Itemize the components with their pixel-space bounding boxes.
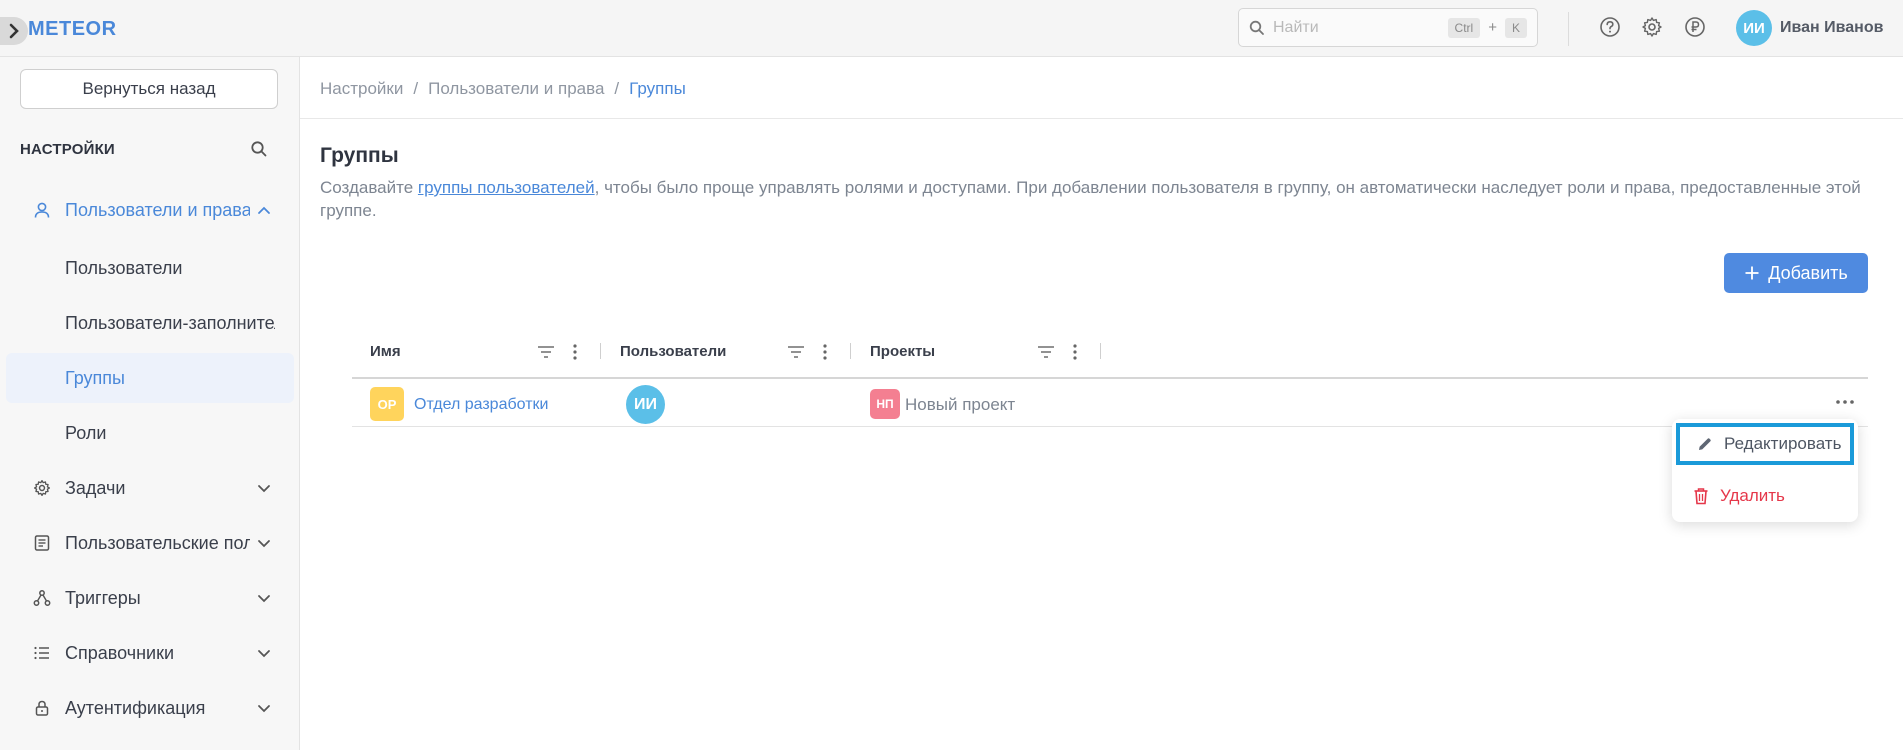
group-name-link[interactable]: Отдел разработки <box>414 396 548 414</box>
sidebar-title: НАСТРОЙКИ <box>20 141 115 158</box>
breadcrumb-item-settings[interactable]: Настройки <box>320 79 403 99</box>
avatar[interactable]: ИИ <box>1736 10 1772 46</box>
breadcrumb: Настройки / Пользователи и права / Групп… <box>320 79 686 99</box>
sidebar-item-label: Аутентификация <box>65 697 206 718</box>
breadcrumb-divider <box>300 118 1903 119</box>
filter-icon[interactable] <box>1035 341 1057 363</box>
currency-icon[interactable] <box>1683 15 1707 39</box>
sidebar-subitem-users[interactable]: Пользователи <box>0 243 300 293</box>
filter-icon[interactable] <box>785 341 807 363</box>
top-bar: METEOR Ctrl + K ИИ Иван Иванов <box>0 0 1903 57</box>
sidebar-item-custom-fields[interactable]: Пользовательские поля <box>0 518 300 568</box>
column-menu-icon[interactable] <box>814 341 836 363</box>
page-description: Создавайте группы пользователей, чтобы б… <box>320 176 1895 222</box>
breadcrumb-separator: / <box>413 79 419 98</box>
list-icon <box>32 533 52 553</box>
column-header-name[interactable]: Имя <box>370 343 401 360</box>
page-description-start: Создавайте <box>320 178 418 197</box>
search-input[interactable] <box>1273 18 1423 37</box>
back-button[interactable]: Вернуться назад <box>20 69 278 109</box>
sidebar-item-triggers[interactable]: Триггеры <box>0 573 300 623</box>
chevron-down-icon <box>256 535 272 551</box>
sidebar-item-label: Триггеры <box>65 587 141 608</box>
column-menu-icon[interactable] <box>564 341 586 363</box>
pencil-icon <box>1696 435 1714 453</box>
sidebar-item-directories[interactable]: Справочники <box>0 628 300 678</box>
column-separator[interactable] <box>1100 343 1101 359</box>
sidebar-subitem-placeholder-users[interactable]: Пользователи-заполнители <box>0 298 300 348</box>
user-icon <box>32 200 52 220</box>
chevron-right-icon <box>9 23 19 39</box>
edit-menu-item[interactable]: Редактировать <box>1676 423 1854 465</box>
breadcrumb-separator: / <box>614 79 620 98</box>
column-header-users[interactable]: Пользователи <box>620 343 726 360</box>
gear-icon <box>32 478 52 498</box>
group-badge: ОР <box>370 387 404 421</box>
table-row-divider <box>352 426 1868 427</box>
search-icon[interactable] <box>248 138 270 160</box>
chevron-down-icon <box>256 480 272 496</box>
sidebar-toggle-button[interactable] <box>0 17 28 45</box>
delete-label: Удалить <box>1720 486 1785 505</box>
sidebar-subitem-roles[interactable]: Роли <box>0 408 300 458</box>
filter-icon[interactable] <box>535 341 557 363</box>
breadcrumb-item-users-and-rights[interactable]: Пользователи и права <box>428 79 604 99</box>
shortcut-plus: + <box>1488 19 1497 36</box>
row-actions-icon[interactable] <box>1832 392 1858 412</box>
lock-icon <box>32 698 52 718</box>
row-context-menu: Редактировать Удалить <box>1672 419 1858 522</box>
sidebar-subitem-label: Группы <box>65 367 125 388</box>
chevron-up-icon <box>256 202 272 218</box>
trash-icon <box>1692 487 1710 505</box>
column-separator[interactable] <box>850 343 851 359</box>
add-group-button[interactable]: Добавить <box>1724 253 1868 293</box>
sidebar-subitem-label: Пользователи-заполнители <box>65 312 275 333</box>
sidebar-item-label: Справочники <box>65 642 175 663</box>
delete-menu-item[interactable]: Удалить <box>1676 475 1854 517</box>
table-header-divider <box>352 377 1868 379</box>
sidebar-item-label: Пользовательские поля <box>65 532 250 553</box>
project-badge: НП <box>870 389 900 419</box>
sidebar-item-users-and-rights[interactable]: Пользователи и права <box>0 185 300 235</box>
header-divider <box>1568 12 1569 46</box>
project-name: Новый проект <box>905 395 1016 414</box>
shortcut-key-k: K <box>1504 17 1527 38</box>
sidebar-subitem-label: Роли <box>65 422 107 443</box>
global-search[interactable]: Ctrl + K <box>1238 8 1538 47</box>
sidebar-item-authentication[interactable]: Аутентификация <box>0 683 300 733</box>
edit-label: Редактировать <box>1724 434 1842 453</box>
app-logo[interactable]: METEOR <box>28 18 117 41</box>
shortcut-key-ctrl: Ctrl <box>1447 17 1481 38</box>
breadcrumb-item-groups: Группы <box>629 79 686 98</box>
chevron-down-icon <box>256 590 272 606</box>
chevron-down-icon <box>256 645 272 661</box>
page-title: Группы <box>320 144 399 167</box>
sidebar-subitem-label: Пользователи <box>65 257 183 278</box>
add-button-label: Добавить <box>1768 262 1848 283</box>
column-menu-icon[interactable] <box>1064 341 1086 363</box>
avatar[interactable]: ИИ <box>626 385 665 424</box>
sidebar-item-label: Пользователи и права <box>65 199 250 220</box>
user-name[interactable]: Иван Иванов <box>1780 19 1883 37</box>
search-icon <box>1249 20 1264 35</box>
column-header-projects[interactable]: Проекты <box>870 343 935 360</box>
sidebar-subitem-groups[interactable]: Группы <box>6 353 294 403</box>
user-groups-link[interactable]: группы пользователей <box>418 178 595 197</box>
sidebar-item-label: Задачи <box>65 477 126 498</box>
help-icon[interactable] <box>1598 15 1622 39</box>
trigger-icon <box>32 588 52 608</box>
sidebar: Вернуться назад НАСТРОЙКИ Пользователи и… <box>0 57 300 750</box>
column-separator[interactable] <box>600 343 601 359</box>
bullet-list-icon <box>32 643 52 663</box>
plus-icon <box>1745 266 1759 280</box>
gear-icon[interactable] <box>1640 15 1664 39</box>
chevron-down-icon <box>256 700 272 716</box>
sidebar-item-tasks[interactable]: Задачи <box>0 463 300 513</box>
